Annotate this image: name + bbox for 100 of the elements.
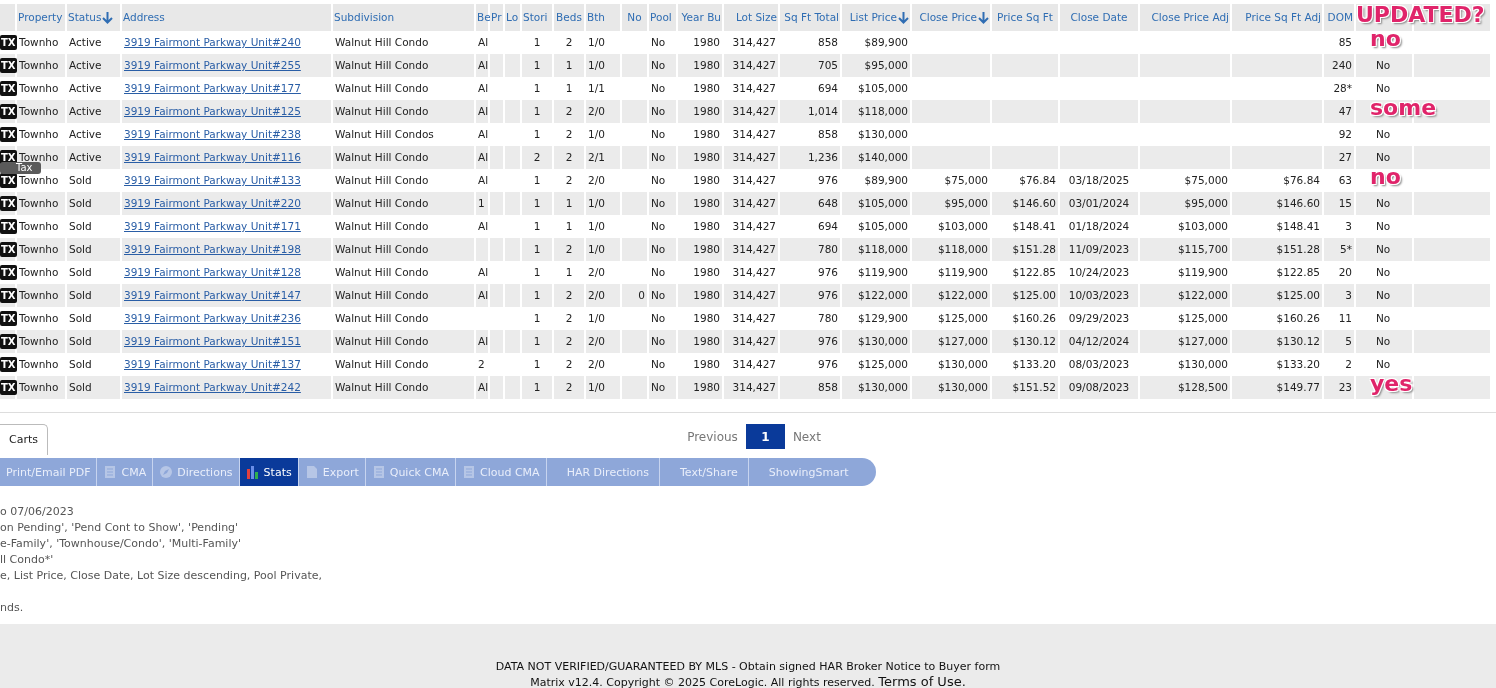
tax-badge[interactable]: TX [0,196,17,211]
table-cell: $130,000 [937,381,988,394]
table-cell-text: No [1375,82,1391,95]
table-cell: 09/29/2023 [1068,312,1130,325]
table-cell: $89,900 [864,36,908,49]
tax-badge[interactable]: TX [0,173,17,188]
table-cell: 976 [817,289,838,302]
tooltip: Tax [0,162,41,174]
table-cell: 0 [638,289,645,302]
table-cell: 2/0 [588,289,605,302]
annotation-text: some [1370,95,1437,120]
table-cell: $76.84 [1019,174,1056,187]
table-cell: $133.20 [1276,358,1320,371]
next-link[interactable]: Next [788,429,825,444]
tax-badge[interactable]: TX [0,334,17,349]
table-cell: $122,000 [937,289,988,302]
table-cell: 2 [478,358,485,371]
table-cell: $119,900 [857,266,908,279]
table-cell: 2 [565,289,573,302]
table-cell-text: No [1375,312,1391,325]
table-cell: Active [69,105,102,118]
table-cell: Walnut Hill Condo [335,243,429,256]
address-link[interactable]: 3919 Fairmont Parkway Unit#177 [124,82,301,94]
table-cell: 1 [533,312,541,325]
table-cell: $146.60 [1012,197,1056,210]
table-cell: $130,000 [937,358,988,371]
address-link[interactable]: 3919 Fairmont Parkway Unit#128 [124,266,301,278]
table-cell: 1/1 [588,82,605,95]
address-link[interactable]: 3919 Fairmont Parkway Unit#236 [124,312,301,324]
table-cell: 23 [1338,381,1352,394]
address-link[interactable]: 3919 Fairmont Parkway Unit#133 [124,174,301,186]
table-cell-text: No [1375,151,1391,164]
tax-badge[interactable]: TX [0,58,17,73]
table-cell: 314,427 [732,174,776,187]
table-cell: 11/09/2023 [1068,243,1130,256]
table-cell: $89,900 [864,174,908,187]
table-cell: Townho [19,36,59,49]
tab[interactable]: Carts [0,424,48,455]
table-cell: Active [69,36,102,49]
table-cell: $75,000 [944,174,988,187]
tax-badge[interactable]: TX [0,35,17,50]
table-cell: 1/0 [588,197,605,210]
address-link[interactable]: 3919 Fairmont Parkway Unit#238 [124,128,301,140]
table-cell: 1980 [693,358,720,371]
table-cell: Walnut Hill Condos [335,128,434,141]
tax-badge[interactable]: TX [0,380,17,395]
tax-badge[interactable]: TX [0,242,17,257]
table-cell: 1980 [693,266,720,279]
terms-link[interactable]: Terms of Use. [878,674,966,688]
tax-badge[interactable]: TX [0,357,17,372]
previous-link[interactable]: Previous [683,429,742,444]
criteria-text: e, List Price, Close Date, Lot Size descending, Pool Private, [0,568,323,584]
tax-badge[interactable]: TX [0,288,17,303]
table-cell: Al [478,220,489,233]
table-cell: No [651,197,666,210]
table-cell: Walnut Hill Condo [335,335,429,348]
address-link[interactable]: 3919 Fairmont Parkway Unit#171 [124,220,301,232]
table-cell: 1980 [693,174,720,187]
table-cell: 976 [817,358,838,371]
table-cell: Walnut Hill Condo [335,289,429,302]
tax-badge[interactable]: TX [0,81,17,96]
table-cell-text: No [1375,128,1391,141]
table-cell: 1/0 [588,220,605,233]
table-cell: Al [478,289,489,302]
table-cell: 314,427 [732,151,776,164]
table-cell: 03/18/2025 [1068,174,1130,187]
document-icon [103,465,118,479]
criteria-text: o 07/06/2023 [0,504,75,520]
table-cell: 648 [817,197,838,210]
table-cell: Townho [19,128,59,141]
page-button[interactable]: 1 [745,424,785,449]
tax-badge[interactable]: TX [0,127,17,142]
annotation-text: yes [1370,371,1413,396]
column-header[interactable]: Address [123,11,165,24]
table-cell: 1 [533,59,541,72]
table-cell: Townho [19,197,59,210]
table-cell: 314,427 [732,197,776,210]
tax-badge[interactable]: TX [0,104,17,119]
table-cell: $128,500 [1177,381,1228,394]
address-link[interactable]: 3919 Fairmont Parkway Unit#240 [124,36,301,48]
annotation-text: UPDATED? [1356,2,1485,27]
table-cell: Walnut Hill Condo [335,312,429,325]
table-cell: 1 [565,266,573,279]
table-cell: 11 [1338,312,1352,325]
table-cell: 5 [1345,335,1352,348]
table-cell: Walnut Hill Condo [335,266,429,279]
table-cell: 15 [1338,197,1352,210]
toolbar-button[interactable]: Stats [239,458,299,486]
table-cell: $130,000 [857,381,908,394]
table-cell: $119,900 [1177,266,1228,279]
table-cell: 2 [533,151,541,164]
tax-badge[interactable]: TX [0,219,17,234]
tax-badge[interactable]: TX [0,265,17,280]
table-cell: 780 [817,243,838,256]
tax-badge[interactable]: TX [0,311,17,326]
table-cell: $127,000 [937,335,988,348]
table-cell: 314,427 [732,243,776,256]
table-cell: 2/0 [588,335,605,348]
address-link[interactable]: 3919 Fairmont Parkway Unit#137 [124,358,301,370]
table-cell: 1/0 [588,381,605,394]
